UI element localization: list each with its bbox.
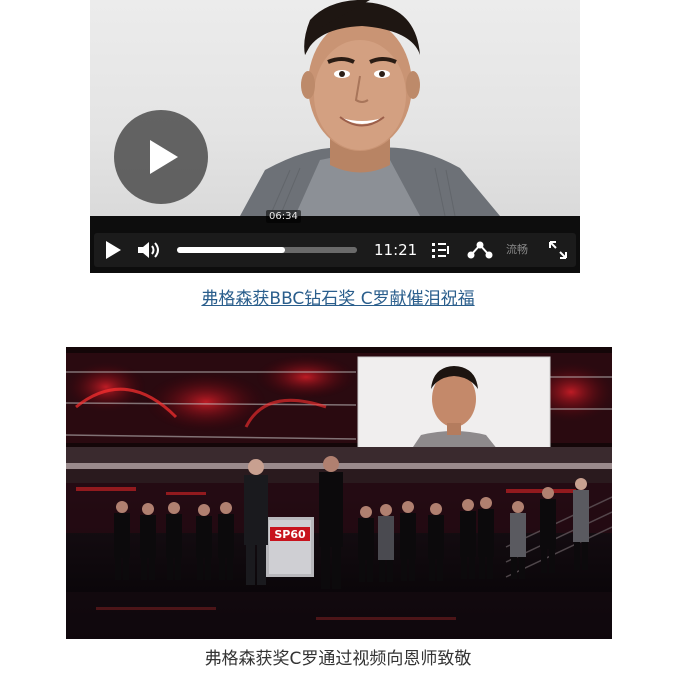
play-button[interactable] (102, 233, 124, 267)
video-duration: 11:21 (374, 241, 418, 259)
quality-selector[interactable]: 流畅 (506, 233, 528, 267)
play-icon (105, 241, 121, 259)
fullscreen-button[interactable] (546, 233, 570, 267)
progress-played (177, 247, 285, 253)
stage-logo: SP60 (274, 528, 306, 541)
share-icon (467, 241, 493, 259)
video-frame[interactable] (90, 0, 580, 216)
playlist-button[interactable] (430, 233, 454, 267)
video-title-link[interactable]: 弗格森获BBC钻石奖 C罗献催泪祝福 (0, 288, 676, 310)
ceremony-photo: SP60 (66, 347, 612, 639)
volume-icon (138, 242, 159, 258)
playlist-icon (432, 243, 449, 258)
volume-button[interactable] (136, 233, 164, 267)
fullscreen-icon (549, 241, 567, 259)
big-play-button[interactable] (114, 110, 208, 204)
ceremony-photo-image: SP60 (66, 347, 612, 639)
photo-caption: 弗格森获奖C罗通过视频向恩师致敬 (204, 649, 472, 669)
progress-bar[interactable] (177, 247, 357, 253)
share-button[interactable] (466, 233, 494, 267)
play-icon (150, 140, 178, 174)
video-player[interactable]: 06:34 11:21 流畅 (90, 0, 580, 273)
hover-time-tooltip: 06:34 (266, 210, 301, 223)
control-bar: 11:21 流畅 (94, 233, 576, 267)
